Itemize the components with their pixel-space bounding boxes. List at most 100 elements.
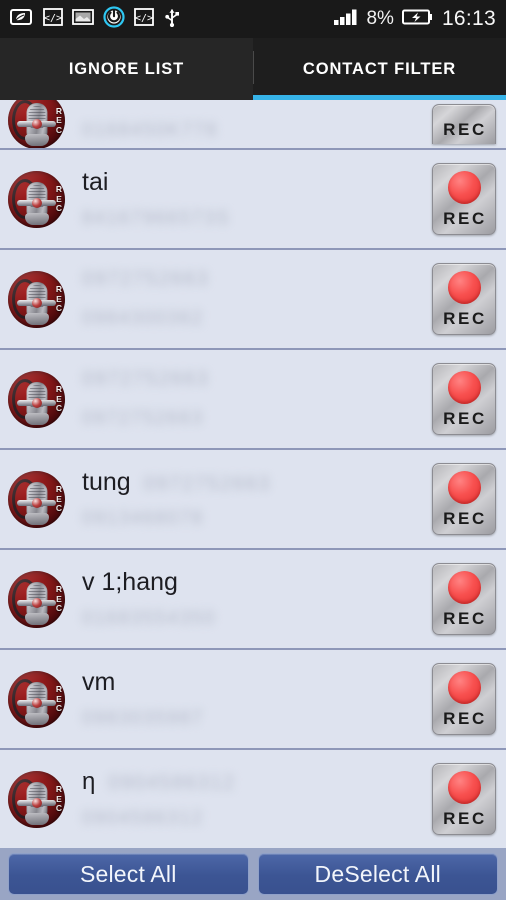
record-button-label: REC — [443, 509, 487, 528]
contact-primary-line: 0972752663 — [82, 366, 432, 398]
contact-name-number-redacted: 0972752663 — [143, 473, 271, 495]
clock: 16:13 — [441, 7, 496, 30]
contact-number-redacted: 0984300362 — [82, 308, 204, 329]
contact-row[interactable]: REC vm 0983035987 REC — [0, 650, 506, 750]
contact-avatar: REC — [8, 570, 65, 628]
contact-row[interactable]: REC 0972752663 0984300362 REC — [0, 250, 506, 350]
contact-avatar: REC — [8, 100, 65, 148]
usb-icon — [163, 7, 181, 32]
contact-number-redacted: 0972752663 — [82, 408, 204, 429]
tab-ignore-list-label: IGNORE LIST — [68, 59, 185, 78]
record-button-label: REC — [443, 120, 487, 139]
record-toggle-button[interactable]: REC — [432, 563, 496, 635]
tab-contact-filter[interactable]: CONTACT FILTER — [253, 38, 506, 100]
record-button-label: REC — [443, 809, 487, 828]
avatar-gloss — [8, 470, 65, 528]
record-toggle-button[interactable]: REC — [432, 663, 496, 735]
contact-name: η — [82, 768, 96, 795]
record-toggle-button[interactable]: REC — [432, 463, 496, 535]
contact-name: v 1;hang — [82, 568, 178, 596]
signal-bars-icon — [333, 8, 359, 31]
battery-percent: 8% — [366, 8, 394, 29]
contact-secondary-line: 0972752663 — [82, 406, 432, 432]
contact-primary-line: tai — [82, 166, 432, 198]
contact-list[interactable]: REC0168450K778RECRECtai84167966573SRECRE… — [0, 100, 506, 848]
code-brackets-icon: </> — [134, 7, 154, 31]
record-button-label: REC — [443, 209, 487, 228]
avatar-gloss — [8, 770, 65, 828]
contact-number-redacted: 01683554350 — [82, 608, 216, 629]
leaf-battery-saver-icon — [10, 8, 34, 31]
svg-text:</>: </> — [44, 13, 62, 24]
contact-avatar: REC — [8, 370, 65, 428]
contact-row[interactable]: REC tung 0972752663 0913468078 REC — [0, 450, 506, 550]
status-bar: </> </> 8% 16:13 — [0, 0, 506, 38]
contact-secondary-line: 0168450K778 — [82, 118, 432, 144]
contact-row[interactable]: REC tai 84167966573S REC — [0, 150, 506, 250]
record-toggle-button[interactable]: REC — [432, 263, 496, 335]
record-dot-icon — [447, 771, 481, 804]
status-bar-right: 8% 16:13 — [333, 7, 496, 31]
screenshot-icon — [72, 8, 94, 31]
tab-divider — [253, 51, 254, 84]
bottom-action-bar: Select All DeSelect All — [0, 848, 506, 900]
contact-primary-line: 0972752663 — [82, 266, 432, 298]
record-toggle-button[interactable]: REC — [432, 163, 496, 235]
record-dot-icon — [447, 471, 481, 504]
contact-name-number-redacted: 0904586312 — [108, 772, 236, 794]
status-bar-left-icons: </> </> — [10, 5, 181, 33]
deselect-all-label: DeSelect All — [314, 860, 441, 887]
record-dot-icon — [447, 271, 481, 304]
deselect-all-button[interactable]: DeSelect All — [257, 853, 498, 895]
contact-number-redacted: 0913468078 — [82, 508, 204, 529]
app-screen: </> </> 8% 16:13 IGNORE LIST CONTACT FIL… — [0, 0, 506, 900]
contact-number-redacted: 84167966573S — [82, 208, 231, 229]
tab-bar: IGNORE LIST CONTACT FILTER — [0, 38, 506, 100]
select-all-label: Select All — [79, 860, 177, 887]
avatar-gloss — [8, 270, 65, 328]
contact-number-redacted: 0904586312 — [82, 808, 204, 829]
svg-text:</>: </> — [135, 13, 153, 24]
avatar-gloss — [8, 670, 65, 728]
tab-ignore-list[interactable]: IGNORE LIST — [0, 38, 253, 100]
record-dot-icon — [447, 671, 481, 704]
contact-text-column: 0168450K778 — [65, 118, 432, 144]
contact-primary-line: tung 0972752663 — [82, 466, 432, 498]
contact-row[interactable]: REC η 0904586312 0904586312 REC — [0, 750, 506, 848]
contact-avatar: REC — [8, 670, 65, 728]
contact-row[interactable]: REC 0972752663 0972752663 REC — [0, 350, 506, 450]
avatar-gloss — [8, 100, 65, 148]
contact-avatar: REC — [8, 470, 65, 528]
contact-secondary-line: 0904586312 — [82, 806, 432, 832]
record-button-label: REC — [443, 709, 487, 728]
select-all-button[interactable]: Select All — [8, 853, 249, 895]
contact-name: tung — [82, 468, 131, 496]
contact-text-column: 0972752663 0984300362 — [65, 266, 432, 332]
contact-secondary-line: 84167966573S — [82, 206, 432, 232]
contact-avatar: REC — [8, 270, 65, 328]
record-toggle-button[interactable]: REC — [432, 104, 496, 144]
contact-primary-line: vm — [82, 666, 432, 698]
contact-name-number-redacted: 0972752663 — [82, 368, 210, 390]
contact-name-number-redacted: 0972752663 — [82, 268, 210, 290]
contact-row[interactable]: REC v 1;hang 01683554350 REC — [0, 550, 506, 650]
contact-primary-line: η 0904586312 — [82, 766, 432, 798]
contact-text-column: 0972752663 0972752663 — [65, 366, 432, 432]
contact-name: vm — [82, 668, 116, 696]
contact-text-column: vm 0983035987 — [65, 666, 432, 732]
avatar-gloss — [8, 170, 65, 228]
contact-number-redacted: 0168450K778 — [82, 120, 218, 141]
contact-number-redacted: 0983035987 — [82, 708, 204, 729]
contact-secondary-line: 0983035987 — [82, 706, 432, 732]
contact-avatar: REC — [8, 770, 65, 828]
contact-text-column: tai 84167966573S — [65, 166, 432, 232]
contact-row[interactable]: REC 0168450K778 REC — [0, 100, 506, 150]
record-dot-icon — [447, 371, 481, 404]
record-toggle-button[interactable]: REC — [432, 363, 496, 435]
tab-contact-filter-label: CONTACT FILTER — [302, 59, 457, 78]
record-button-label: REC — [443, 409, 487, 428]
record-dot-icon — [447, 571, 481, 604]
code-brackets-icon: </> — [43, 7, 63, 31]
record-toggle-button[interactable]: REC — [432, 763, 496, 835]
record-button-label: REC — [443, 309, 487, 328]
